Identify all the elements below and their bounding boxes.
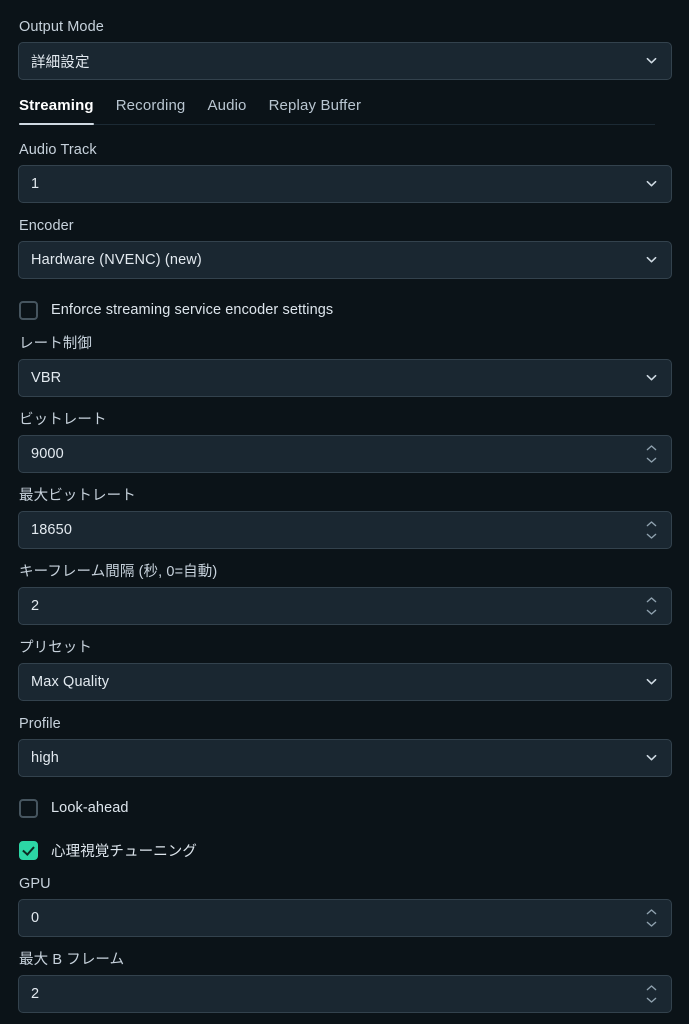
max-b-frames-input[interactable]: 2 xyxy=(18,975,672,1013)
bitrate-input[interactable]: 9000 xyxy=(18,435,672,473)
encoder-label: Encoder xyxy=(19,218,74,234)
enforce-encoder-settings-row[interactable]: Enforce streaming service encoder settin… xyxy=(18,293,671,327)
chevron-down-icon xyxy=(646,178,657,189)
max-b-frames-label: 最大 B フレーム xyxy=(19,952,125,968)
preset-value: Max Quality xyxy=(31,674,110,690)
spinner-up-icon xyxy=(646,521,657,527)
chevron-down-icon xyxy=(646,55,657,66)
chevron-down-icon xyxy=(646,676,657,687)
bitrate-label: ビットレート xyxy=(19,412,107,428)
encoder-value: Hardware (NVENC) (new) xyxy=(31,252,202,268)
chevron-down-icon xyxy=(646,254,657,265)
look-ahead-checkbox[interactable] xyxy=(19,798,38,818)
profile-group: Profile high xyxy=(18,715,672,777)
profile-label: Profile xyxy=(19,716,61,732)
preset-select[interactable]: Max Quality xyxy=(18,663,672,701)
max-bitrate-group: 最大ビットレート 18650 xyxy=(18,487,672,549)
gpu-label: GPU xyxy=(19,876,51,892)
gpu-value: 0 xyxy=(31,910,40,926)
psycho-visual-tuning-checkbox[interactable] xyxy=(19,840,38,860)
spinner-up-icon xyxy=(646,597,657,603)
chevron-down-icon xyxy=(646,752,657,763)
max-b-frames-group: 最大 B フレーム 2 xyxy=(18,951,672,1013)
look-ahead-row[interactable]: Look-ahead xyxy=(18,791,671,825)
spinner-down-icon xyxy=(646,457,657,463)
preset-label: プリセット xyxy=(19,640,92,656)
max-b-frames-value: 2 xyxy=(31,986,40,1002)
gpu-stepper[interactable] xyxy=(646,908,657,928)
bitrate-value: 9000 xyxy=(31,446,64,462)
tab-recording[interactable]: Recording xyxy=(116,97,186,122)
gpu-group: GPU 0 xyxy=(18,875,672,937)
spinner-down-icon xyxy=(646,921,657,927)
chevron-down-icon xyxy=(646,372,657,383)
rate-control-select[interactable]: VBR xyxy=(18,359,672,397)
audio-track-label: Audio Track xyxy=(19,142,97,158)
spinner-down-icon xyxy=(646,997,657,1003)
max-bitrate-value: 18650 xyxy=(31,522,73,538)
keyframe-interval-stepper[interactable] xyxy=(646,596,657,616)
max-b-frames-stepper[interactable] xyxy=(646,984,657,1004)
spinner-up-icon xyxy=(646,445,657,451)
output-settings-panel: Output Mode 詳細設定 Streaming Recording Aud… xyxy=(0,0,689,1024)
keyframe-interval-value: 2 xyxy=(31,598,40,614)
spinner-up-icon xyxy=(646,909,657,915)
max-bitrate-stepper[interactable] xyxy=(646,520,657,540)
preset-group: プリセット Max Quality xyxy=(18,639,672,701)
look-ahead-label: Look-ahead xyxy=(51,800,129,816)
encoder-select[interactable]: Hardware (NVENC) (new) xyxy=(18,241,672,279)
encoder-group: Encoder Hardware (NVENC) (new) xyxy=(18,217,672,279)
rate-control-value: VBR xyxy=(31,370,62,386)
bitrate-stepper[interactable] xyxy=(646,444,657,464)
tab-audio[interactable]: Audio xyxy=(207,97,246,122)
rate-control-group: レート制御 VBR xyxy=(18,335,672,397)
max-bitrate-input[interactable]: 18650 xyxy=(18,511,672,549)
output-mode-label: Output Mode xyxy=(19,19,104,35)
keyframe-interval-group: キーフレーム間隔 (秒, 0=自動) 2 xyxy=(18,563,672,625)
enforce-encoder-settings-checkbox[interactable] xyxy=(19,300,38,320)
audio-track-group: Audio Track 1 xyxy=(18,141,672,203)
output-tabs: Streaming Recording Audio Replay Buffer xyxy=(18,94,671,125)
enforce-encoder-settings-label: Enforce streaming service encoder settin… xyxy=(51,302,334,318)
tab-replay-buffer[interactable]: Replay Buffer xyxy=(269,97,362,122)
keyframe-interval-input[interactable]: 2 xyxy=(18,587,672,625)
psycho-visual-tuning-label: 心理視覚チューニング xyxy=(51,843,197,860)
tabs-divider xyxy=(19,124,655,125)
spinner-up-icon xyxy=(646,985,657,991)
max-bitrate-label: 最大ビットレート xyxy=(19,488,136,504)
audio-track-value: 1 xyxy=(31,176,40,192)
bitrate-group: ビットレート 9000 xyxy=(18,411,672,473)
audio-track-select[interactable]: 1 xyxy=(18,165,672,203)
spinner-down-icon xyxy=(646,533,657,539)
rate-control-label: レート制御 xyxy=(19,336,92,352)
psycho-visual-tuning-row[interactable]: 心理視覚チューニング xyxy=(18,833,671,867)
tab-streaming[interactable]: Streaming xyxy=(19,97,94,125)
output-mode-value: 詳細設定 xyxy=(31,54,90,71)
gpu-input[interactable]: 0 xyxy=(18,899,672,937)
spinner-down-icon xyxy=(646,609,657,615)
profile-value: high xyxy=(31,750,60,766)
keyframe-interval-label: キーフレーム間隔 (秒, 0=自動) xyxy=(19,564,218,580)
profile-select[interactable]: high xyxy=(18,739,672,777)
output-mode-select[interactable]: 詳細設定 xyxy=(18,42,672,80)
output-mode-group: Output Mode 詳細設定 xyxy=(18,0,672,80)
